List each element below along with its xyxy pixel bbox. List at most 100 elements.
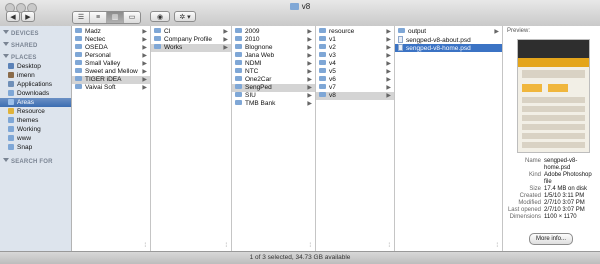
home-icon [8,72,14,78]
sidebar-item-resource[interactable]: Resource [0,107,71,116]
folder-icon [319,76,326,81]
list-item[interactable]: v8 ▶ [316,92,394,100]
folder-icon [75,36,82,41]
list-item[interactable]: sengped-v8-about.psd [395,36,502,44]
list-item[interactable]: SengPed ▶ [232,84,315,92]
action-menu-button[interactable]: ✲ ▾ [174,11,196,22]
list-item[interactable]: v7 ▶ [316,84,394,92]
sidebar-item-imenn[interactable]: imenn [0,71,71,80]
folder-icon [319,36,326,41]
list-item[interactable]: v6 ▶ [316,76,394,84]
list-item[interactable]: v5 ▶ [316,68,394,76]
sidebar-item-applications[interactable]: Applications [0,80,71,89]
meta-name: Name sengped-v8-home.psd [524,158,578,171]
browser-column-4: resource ▶ v1 ▶ v2 ▶ v3 ▶ v4 ▶ v5 ▶ v6 ▶ v7 ▶ v8… [316,26,395,252]
icon-view-button[interactable]: ☰ [73,12,90,23]
folder-icon [319,60,326,65]
folder-icon [235,68,242,73]
folder-icon [235,76,242,81]
folder-icon [235,52,242,57]
folder-icon [398,28,405,33]
list-item[interactable]: NDMI ▶ [232,60,315,68]
column-resize-handle[interactable]: ⁞ [496,243,498,249]
sidebar-item-working[interactable]: Working [0,125,71,134]
folder-icon [235,100,242,105]
file-thumbnail[interactable] [517,39,590,153]
column-resize-handle[interactable]: ⁞ [388,243,390,249]
folder-icon [154,44,161,49]
folder-icon [319,28,326,33]
list-item[interactable]: Small Valley ▶ [72,60,150,68]
list-item[interactable]: Company Profile ▶ [151,36,231,44]
list-item[interactable]: Personal ▶ [72,52,150,60]
column-resize-handle[interactable]: ⁞ [144,243,146,249]
sidebar-section-search-for[interactable]: SEARCH FOR [0,152,71,166]
status-bar: 1 of 3 selected, 34.73 GB available [0,251,600,264]
sidebar-item-desktop[interactable]: Desktop [0,62,71,71]
folder-icon [319,92,326,97]
coverflow-view-button[interactable]: ▭ [124,12,140,23]
forward-button[interactable]: ▶ [21,11,35,22]
back-button[interactable]: ◀ [6,11,20,22]
list-item[interactable]: SIU ▶ [232,92,315,100]
sidebar-section-shared[interactable]: SHARED [0,38,71,50]
folder-icon [319,52,326,57]
sidebar-item-themes[interactable]: themes [0,116,71,125]
browser-column-2: CI ▶ Company Profile ▶ Works ▶ ⁞ [151,26,232,252]
meta-dimensions: Dimensions 1100 × 1170 [509,214,577,220]
list-item[interactable]: 2010 ▶ [232,36,315,44]
window-title: v8 [0,2,600,11]
folder-icon [8,144,14,150]
list-item[interactable]: 2009 ▶ [232,28,315,36]
list-item[interactable]: NTC ▶ [232,68,315,76]
list-item[interactable]: Madz ▶ [72,28,150,36]
list-item[interactable]: Vaivai Soft ▶ [72,84,150,92]
list-item[interactable]: TIGER iDEA ▶ [72,76,150,84]
sidebar-item-downloads[interactable]: Downloads [0,89,71,98]
sidebar-section-devices[interactable]: DEVICES [0,26,71,38]
folder-icon [319,84,326,89]
list-item[interactable]: Sweet and Mellow ▶ [72,68,150,76]
list-item[interactable]: TMB Bank ▶ [232,100,315,108]
list-item[interactable]: Nectec ▶ [72,36,150,44]
folder-icon [319,68,326,73]
folder-icon [8,126,14,132]
list-item[interactable]: output ▶ [395,28,502,36]
list-item[interactable]: Blognone ▶ [232,44,315,52]
list-item[interactable]: Jana Web ▶ [232,52,315,60]
list-item[interactable]: v4 ▶ [316,60,394,68]
browser-column-5: output ▶ sengped-v8-about.psd sengped-v8-… [395,26,503,252]
list-item[interactable]: sengped-v8-home.psd [395,44,502,52]
list-item[interactable]: v1 ▶ [316,36,394,44]
folder-icon [235,36,242,41]
preview-label: Preview: [507,28,531,34]
preview-pane: Preview: Name sengped-v8-home.psd Kind Ado… [503,26,600,252]
sidebar-section-places[interactable]: PLACES [0,50,71,62]
list-item[interactable]: v3 ▶ [316,52,394,60]
browser-column-3: 2009 ▶ 2010 ▶ Blognone ▶ Jana Web ▶ NDMI ▶ NT… [232,26,316,252]
list-item[interactable]: CI ▶ [151,28,231,36]
more-info-button[interactable]: More info... [529,233,573,245]
quicklook-button[interactable]: ◉ [150,11,170,22]
column-resize-handle[interactable]: ⁞ [309,243,311,249]
sidebar-item-areas[interactable]: Areas [0,98,71,107]
meta-kind: Kind Adobe Photoshop file [528,172,592,185]
list-view-button[interactable]: ≡ [90,12,107,23]
column-view-button[interactable]: ▥ [107,12,124,23]
list-item[interactable]: OSEDA ▶ [72,44,150,52]
sidebar-item-snap[interactable]: Snap [0,143,71,152]
list-item[interactable]: Works ▶ [151,44,231,52]
applications-icon [8,81,14,87]
sidebar: DEVICES SHARED PLACES Desktop imenn Appl… [0,26,72,252]
sidebar-item-www[interactable]: www [0,134,71,143]
finder-window: v8 ◀ ▶ ☰ ≡ ▥ ▭ ◉ ✲ ▾ DEVICES SHARED PLAC… [0,0,600,264]
folder-icon [8,99,14,105]
folder-icon [8,135,14,141]
column-resize-handle[interactable]: ⁞ [225,243,227,249]
folder-icon [8,117,14,123]
folder-icon [75,68,82,73]
folder-icon [75,44,82,49]
list-item[interactable]: resource ▶ [316,28,394,36]
list-item[interactable]: v2 ▶ [316,44,394,52]
list-item[interactable]: One2Car ▶ [232,76,315,84]
